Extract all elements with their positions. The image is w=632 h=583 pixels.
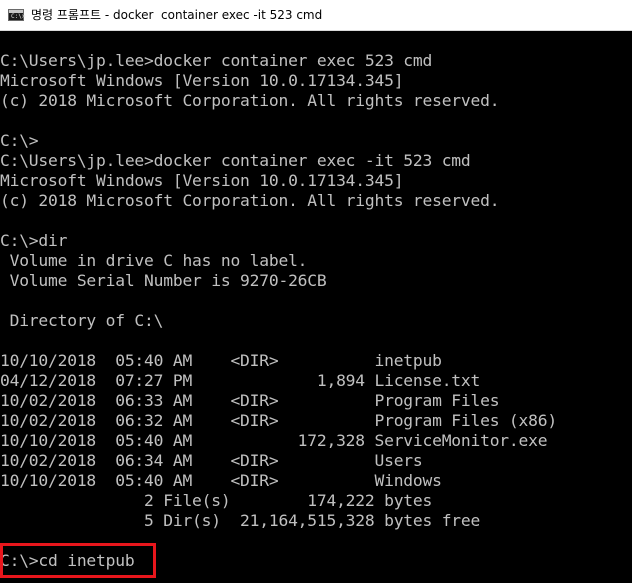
console-line: 10/02/2018 06:33 AM <DIR> Program Files <box>0 391 500 410</box>
console-line: 10/10/2018 05:40 AM <DIR> Windows <box>0 471 442 490</box>
console-line: (c) 2018 Microsoft Corporation. All righ… <box>0 191 500 210</box>
console-line: 2 File(s) 174,222 bytes <box>0 491 433 510</box>
cmd-icon-glyph: C:\> <box>11 13 26 20</box>
console-line: 04/12/2018 07:27 PM 1,894 License.txt <box>0 371 481 390</box>
cmd-icon[interactable]: C:\> <box>8 9 26 21</box>
console-line: C:\>cd inetpub <box>0 551 135 570</box>
console-line: Volume Serial Number is 9270-26CB <box>0 271 327 290</box>
console-line: 10/10/2018 05:40 AM <DIR> inetpub <box>0 351 442 370</box>
console-line: 10/02/2018 06:34 AM <DIR> Users <box>0 451 423 470</box>
console-line: 10/10/2018 05:40 AM 172,328 ServiceMonit… <box>0 431 548 450</box>
console-line: 10/02/2018 06:32 AM <DIR> Program Files … <box>0 411 557 430</box>
console-line: C:\>dir <box>0 231 68 250</box>
console-output[interactable]: C:\Users\jp.lee>docker container exec 52… <box>0 51 632 571</box>
console-line: (c) 2018 Microsoft Corporation. All righ… <box>0 91 500 110</box>
console-line: 5 Dir(s) 21,164,515,328 bytes free <box>0 511 481 530</box>
console-line: C:\Users\jp.lee>docker container exec 52… <box>0 51 433 70</box>
command-prompt-window: C:\> 명령 프롬프트 - docker container exec -it… <box>0 0 632 583</box>
console-line: Microsoft Windows [Version 10.0.17134.34… <box>0 171 404 190</box>
window-title: 명령 프롬프트 - docker container exec -it 523 … <box>31 8 323 22</box>
console-line: C:\Users\jp.lee>docker container exec -i… <box>0 151 471 170</box>
title-bar[interactable]: C:\> 명령 프롬프트 - docker container exec -it… <box>0 0 632 31</box>
console-line: Directory of C:\ <box>0 311 164 330</box>
console-line: C:\> <box>0 131 39 150</box>
console-line: Volume in drive C has no label. <box>0 251 308 270</box>
console-line: Microsoft Windows [Version 10.0.17134.34… <box>0 71 404 90</box>
